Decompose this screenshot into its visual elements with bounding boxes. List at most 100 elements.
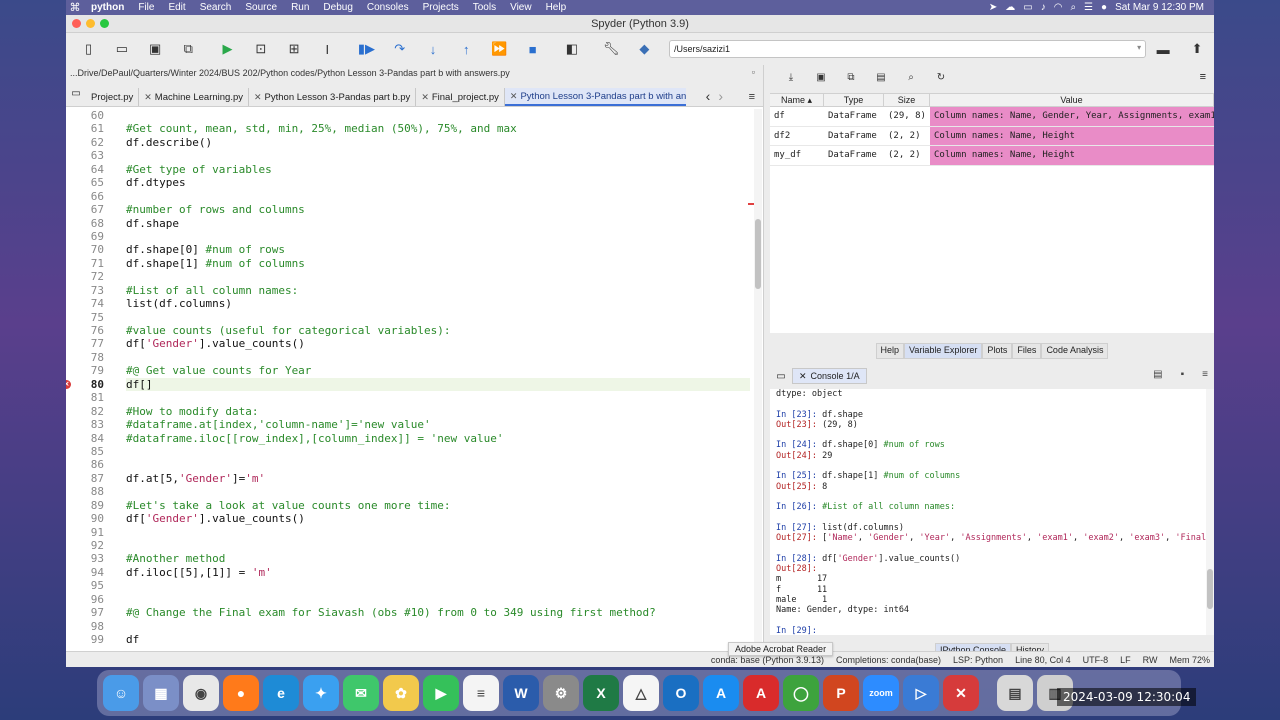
anaconda-icon[interactable]: ◯: [783, 675, 819, 711]
xmind-icon[interactable]: ✕: [943, 675, 979, 711]
line-number[interactable]: 73: [66, 284, 106, 297]
system-settings-icon[interactable]: ⚙: [543, 675, 579, 711]
run-cell-icon[interactable]: ⊡: [244, 37, 277, 61]
variable-type[interactable]: DataFrame: [824, 146, 884, 165]
code-text[interactable]: df.shape: [126, 217, 750, 230]
code-text[interactable]: df.describe(): [126, 136, 750, 149]
tab-variable-explorer[interactable]: Variable Explorer: [904, 343, 983, 359]
editor-tab[interactable]: ✕Python Lesson 3-Pandas part b with answ…: [504, 88, 686, 106]
chevron-left-icon[interactable]: ‹: [706, 88, 711, 104]
code-text[interactable]: [126, 458, 750, 471]
zoom-window-button[interactable]: [100, 19, 109, 28]
code-text[interactable]: #Get count, mean, std, min, 25%, median …: [126, 122, 750, 135]
code-text[interactable]: [126, 526, 750, 539]
code-text[interactable]: df: [126, 633, 750, 646]
control-center-icon[interactable]: ☰: [1084, 2, 1093, 13]
step-over-icon[interactable]: ↷: [383, 37, 416, 61]
menu-item-edit[interactable]: Edit: [161, 2, 192, 13]
code-text[interactable]: df.at[5,'Gender']='m': [126, 472, 750, 485]
code-text[interactable]: #Let's take a look at value counts one m…: [126, 499, 750, 512]
minimize-window-button[interactable]: [86, 19, 95, 28]
tab-code-analysis[interactable]: Code Analysis: [1041, 343, 1109, 359]
status-lsp[interactable]: LSP: Python: [953, 655, 1003, 665]
save-data-as-icon[interactable]: ⧉: [836, 72, 866, 83]
menu-item-search[interactable]: Search: [193, 2, 239, 13]
line-number[interactable]: 87: [66, 472, 106, 485]
menu-item-help[interactable]: Help: [539, 2, 574, 13]
line-number[interactable]: 74: [66, 297, 106, 310]
code-text[interactable]: [126, 311, 750, 324]
stop-debug-icon[interactable]: ■: [516, 37, 549, 61]
console-scrollbar[interactable]: [1206, 389, 1214, 635]
line-number[interactable]: 93: [66, 552, 106, 565]
finder-icon[interactable]: ☺: [103, 675, 139, 711]
code-text[interactable]: #How to modify data:: [126, 405, 750, 418]
powerpoint-icon[interactable]: P: [823, 675, 859, 711]
code-text[interactable]: [126, 109, 750, 122]
code-text[interactable]: #@ Get value counts for Year: [126, 364, 750, 377]
remove-all-icon[interactable]: ▤: [866, 72, 896, 83]
variable-type[interactable]: DataFrame: [824, 127, 884, 146]
line-number[interactable]: 72: [66, 270, 106, 283]
column-name-header[interactable]: Name ▴: [770, 94, 824, 106]
hamburger-menu-icon[interactable]: ≡: [1202, 369, 1208, 380]
line-number[interactable]: 81: [66, 391, 106, 404]
line-number[interactable]: 66: [66, 190, 106, 203]
parent-directory-icon[interactable]: ⬆: [1180, 37, 1214, 61]
working-directory-input[interactable]: /Users/sazizi1 ▾: [668, 40, 1147, 58]
code-text[interactable]: df.shape[1] #num of columns: [126, 257, 750, 270]
code-text[interactable]: #@ Change the Final exam for Siavash (ob…: [126, 606, 750, 619]
line-number[interactable]: 76: [66, 324, 106, 337]
python-path-icon[interactable]: ◆: [628, 37, 661, 61]
code-text[interactable]: [126, 351, 750, 364]
code-text[interactable]: [126, 391, 750, 404]
code-text[interactable]: #value counts (useful for categorical va…: [126, 324, 750, 337]
volume-icon[interactable]: ♪: [1041, 2, 1046, 13]
code-text[interactable]: #dataframe.iloc[[row_index],[column_inde…: [126, 432, 750, 445]
zoom-icon[interactable]: zoom: [863, 675, 899, 711]
chevron-down-icon[interactable]: ▾: [1137, 43, 1141, 52]
excel-icon[interactable]: X: [583, 675, 619, 711]
tab-plots[interactable]: Plots: [982, 343, 1013, 359]
line-number[interactable]: 99: [66, 633, 106, 646]
menu-item-debug[interactable]: Debug: [316, 2, 359, 13]
code-text[interactable]: [126, 539, 750, 552]
close-icon[interactable]: ✕: [799, 371, 807, 382]
editor-tab[interactable]: ✕ Final_project.py: [416, 88, 505, 106]
code-text[interactable]: df['Gender'].value_counts(): [126, 512, 750, 525]
line-number[interactable]: 82: [66, 405, 106, 418]
code-text[interactable]: df.dtypes: [126, 176, 750, 189]
line-number[interactable]: 69: [66, 230, 106, 243]
breakpoint-icon[interactable]: ×: [66, 379, 71, 389]
line-number[interactable]: 96: [66, 593, 106, 606]
photos-icon[interactable]: ✿: [383, 675, 419, 711]
column-value-header[interactable]: Value: [930, 94, 1214, 106]
line-number[interactable]: 77: [66, 337, 106, 350]
line-number[interactable]: 83: [66, 418, 106, 431]
line-number[interactable]: 89: [66, 499, 106, 512]
code-text[interactable]: list(df.columns): [126, 297, 750, 310]
line-number[interactable]: 91: [66, 526, 106, 539]
code-text[interactable]: [126, 579, 750, 592]
line-number[interactable]: 70: [66, 243, 106, 256]
variable-row[interactable]: my_df DataFrame (2, 2) Column names: Name, …: [770, 146, 1214, 166]
close-icon[interactable]: ✕: [421, 92, 429, 103]
variable-type[interactable]: DataFrame: [824, 107, 884, 126]
menu-item-consoles[interactable]: Consoles: [360, 2, 416, 13]
save-all-icon[interactable]: ⧉: [172, 37, 205, 61]
safari-icon[interactable]: ✦: [303, 675, 339, 711]
code-text[interactable]: df.iloc[[5],[1]] = 'm': [126, 566, 750, 579]
close-icon[interactable]: ✕: [510, 91, 518, 102]
line-number[interactable]: 92: [66, 539, 106, 552]
save-data-icon[interactable]: ▣: [806, 72, 836, 83]
open-file-icon[interactable]: ▭: [105, 37, 138, 61]
line-number[interactable]: 60: [66, 109, 106, 122]
variable-size[interactable]: (2, 2): [884, 127, 930, 146]
menu-item-tools[interactable]: Tools: [466, 2, 503, 13]
editor-scrollbar[interactable]: [754, 109, 762, 655]
variable-row[interactable]: df DataFrame (29, 8) Column names: Name, Ge…: [770, 107, 1214, 127]
code-text[interactable]: [126, 620, 750, 633]
variable-name[interactable]: df: [770, 107, 824, 126]
import-data-icon[interactable]: ⤓: [776, 72, 806, 83]
run-cell-advance-icon[interactable]: ⊞: [277, 37, 310, 61]
